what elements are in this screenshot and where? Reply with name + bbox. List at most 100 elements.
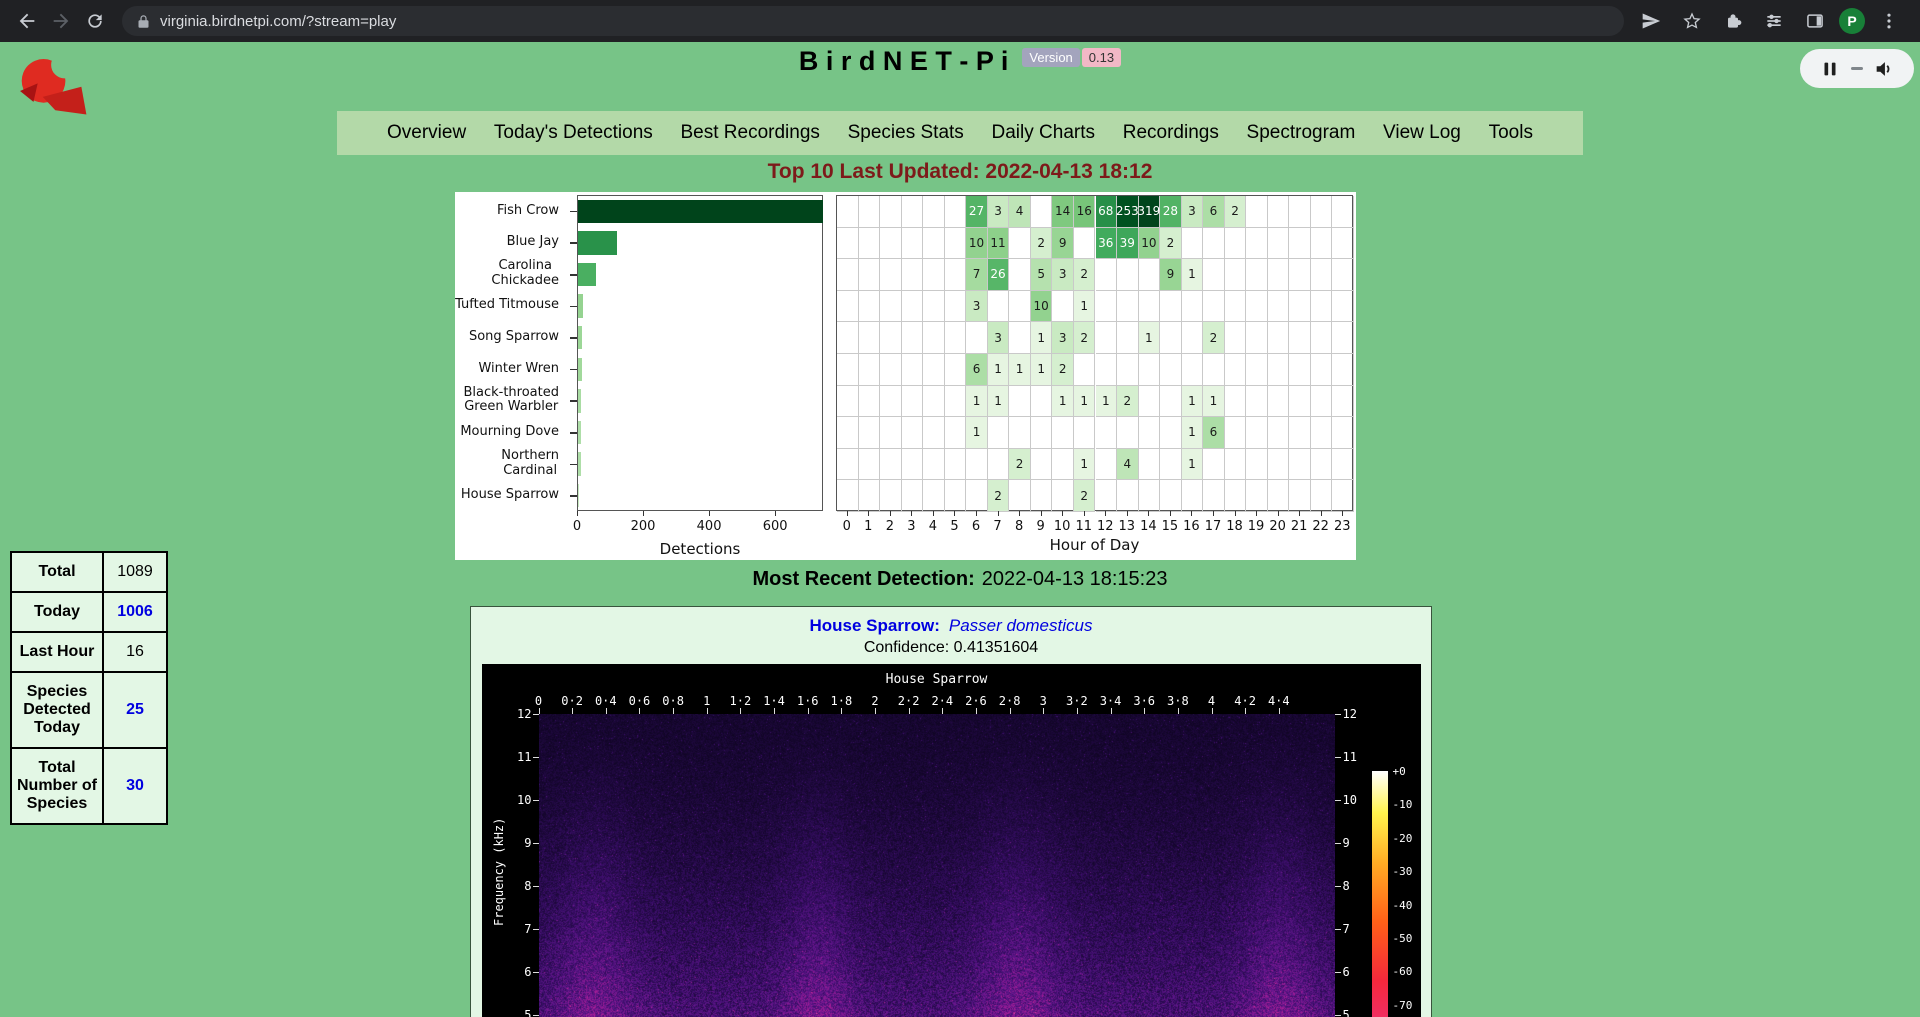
- x-tick-label: 600: [760, 519, 790, 534]
- heatmap-cell: 10: [1031, 291, 1053, 323]
- send-button[interactable]: [1634, 4, 1668, 38]
- db-tick-label: -10: [1393, 798, 1413, 811]
- side-panel-button[interactable]: [1798, 4, 1832, 38]
- heatmap-cell: 4: [1009, 196, 1031, 228]
- heatmap-cell: [837, 196, 859, 228]
- y-tick: [570, 242, 577, 244]
- species-common-link[interactable]: House Sparrow:: [810, 616, 940, 635]
- freq-tick-label: 8: [510, 879, 532, 893]
- heatmap-cell: [1332, 322, 1354, 354]
- heatmap-cell: [1096, 291, 1118, 323]
- bookmark-star-icon: [1682, 11, 1702, 31]
- heatmap-cell: [1139, 480, 1161, 512]
- bookmark-button[interactable]: [1675, 4, 1709, 38]
- heatmap-cell: 9: [1052, 228, 1074, 260]
- freq-tick-label: 11: [1343, 750, 1365, 764]
- stat-value[interactable]: 25: [103, 672, 167, 748]
- heatmap-cell: [1289, 449, 1311, 481]
- heatmap-cell: [1268, 417, 1290, 449]
- heatmap-cell: [1289, 480, 1311, 512]
- x-tick: [643, 511, 644, 516]
- volume-icon[interactable]: [1873, 58, 1895, 80]
- menu-kebab-icon: [1879, 11, 1899, 31]
- x-tick: [1041, 511, 1042, 516]
- extensions-button[interactable]: [1716, 4, 1750, 38]
- audio-player[interactable]: [1800, 49, 1914, 88]
- nav-item-overview[interactable]: Overview: [387, 122, 466, 144]
- time-tick-label: 4·2: [1231, 694, 1259, 708]
- address-bar[interactable]: virginia.birdnetpi.com/?stream=play: [122, 6, 1624, 36]
- heatmap-cell: [1332, 386, 1354, 418]
- menu-button[interactable]: [1872, 4, 1906, 38]
- pause-icon[interactable]: [1819, 58, 1841, 80]
- heatmap-cell: 1: [1182, 417, 1204, 449]
- heatmap-cell: [837, 480, 859, 512]
- heatmap-cell: [1268, 449, 1290, 481]
- time-tick: [606, 708, 607, 714]
- heatmap-cell: 7: [966, 259, 988, 291]
- heatmap-cell: [880, 322, 902, 354]
- nav-item-spectrogram[interactable]: Spectrogram: [1247, 122, 1356, 144]
- x-tick: [1170, 511, 1171, 516]
- species-latin-link[interactable]: Passer domesticus: [949, 616, 1093, 635]
- heatmap-cell: 1: [1203, 386, 1225, 418]
- heatmap-cell: [1031, 196, 1053, 228]
- heatmap-cell: 1: [1182, 386, 1204, 418]
- heatmap-cell: [1096, 322, 1118, 354]
- time-tick: [1279, 708, 1280, 714]
- nav-item-daily-charts[interactable]: Daily Charts: [992, 122, 1095, 144]
- species-label: House Sparrow: [455, 479, 559, 511]
- back-button[interactable]: [10, 4, 44, 38]
- url-text[interactable]: virginia.birdnetpi.com/?stream=play: [160, 13, 396, 30]
- heatmap-cell: [859, 354, 881, 386]
- heatmap-cell: [1332, 228, 1354, 260]
- heatmap-cell: [966, 449, 988, 481]
- nav-item-view-log[interactable]: View Log: [1383, 122, 1461, 144]
- spectrogram-image[interactable]: House Sparrow Frequency (kHz) 00·20·40·6…: [482, 664, 1421, 1017]
- heatmap-cell: [1031, 480, 1053, 512]
- heatmap-cell: [1225, 291, 1247, 323]
- heatmap-cell: 2: [1074, 259, 1096, 291]
- species-label: Black-throated Green Warbler: [455, 385, 559, 417]
- seek-bar[interactable]: [1851, 67, 1863, 70]
- heatmap-cell: [1139, 259, 1161, 291]
- heatmap-cell: [1074, 354, 1096, 386]
- y-tick: [570, 306, 577, 308]
- time-tick: [539, 708, 540, 714]
- profile-avatar[interactable]: P: [1839, 8, 1865, 34]
- heatmap-cell: [945, 354, 967, 386]
- nav-item-best-recordings[interactable]: Best Recordings: [681, 122, 820, 144]
- time-tick: [774, 708, 775, 714]
- heatmap-cell: [1332, 196, 1354, 228]
- tune-button[interactable]: [1757, 4, 1791, 38]
- forward-button[interactable]: [44, 4, 78, 38]
- heatmap-cell: 1: [966, 386, 988, 418]
- time-tick: [942, 708, 943, 714]
- heatmap-cell: [1052, 417, 1074, 449]
- stat-value[interactable]: 30: [103, 748, 167, 824]
- heatmap-cell: [1332, 449, 1354, 481]
- reload-button[interactable]: [78, 4, 112, 38]
- heatmap-cell: 1: [1074, 449, 1096, 481]
- nav-item-today-s-detections[interactable]: Today's Detections: [494, 122, 653, 144]
- heatmap-cell: 27: [966, 196, 988, 228]
- db-tick-label: -30: [1393, 865, 1413, 878]
- nav-item-recordings[interactable]: Recordings: [1123, 122, 1219, 144]
- forward-icon: [50, 10, 72, 32]
- stat-value[interactable]: 1006: [103, 592, 167, 632]
- heatmap-cell: 2: [1203, 322, 1225, 354]
- heatmap-cell: 2: [1117, 386, 1139, 418]
- nav-item-tools[interactable]: Tools: [1489, 122, 1533, 144]
- bar: [578, 421, 581, 445]
- freq-tick: [533, 1015, 539, 1016]
- bar: [578, 200, 823, 224]
- x-tick-label: 400: [694, 519, 724, 534]
- heatmap-cell: [1203, 228, 1225, 260]
- nav-item-species-stats[interactable]: Species Stats: [848, 122, 964, 144]
- heatmap-cell: [1268, 196, 1290, 228]
- heatmap-cell: 2: [988, 480, 1010, 512]
- heatmap-cell: [902, 449, 924, 481]
- freq-tick-label: 6: [1343, 965, 1365, 979]
- heatmap-cell: [1246, 291, 1268, 323]
- heatmap-cell: [1225, 480, 1247, 512]
